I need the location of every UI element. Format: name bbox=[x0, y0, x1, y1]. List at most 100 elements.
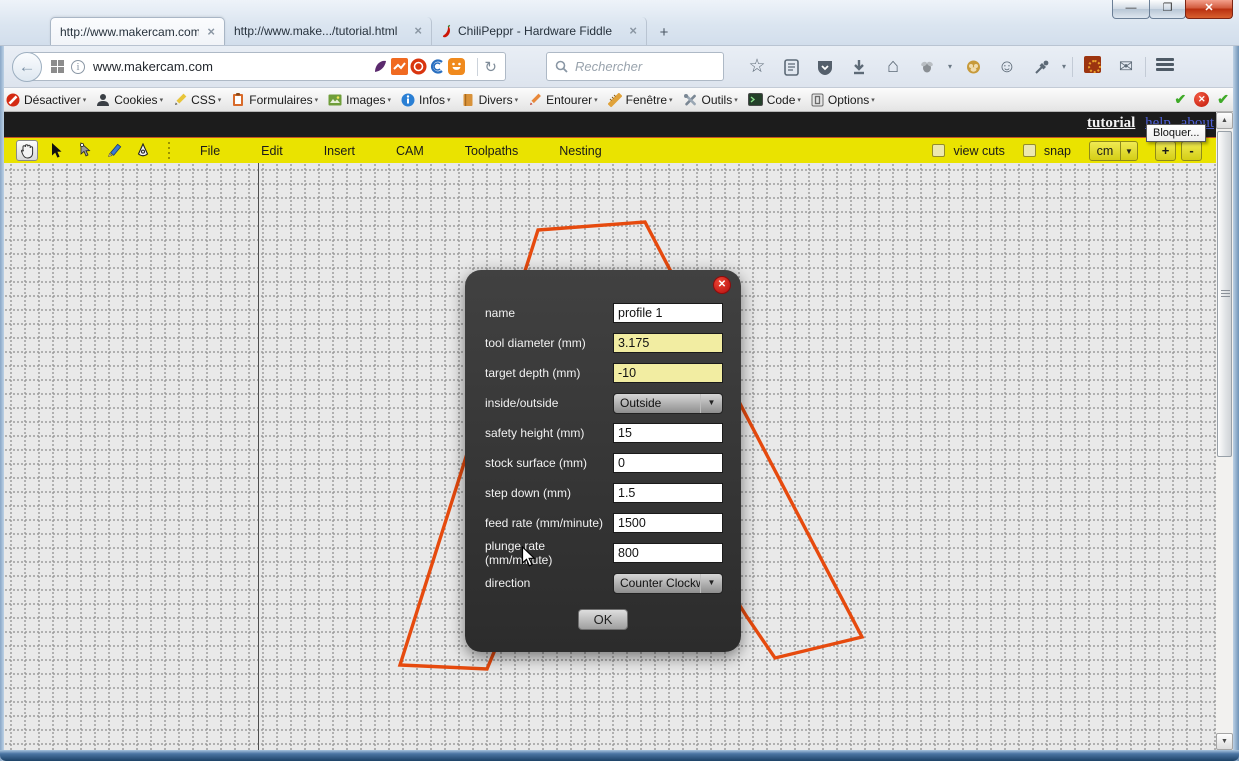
makercam-toolbar: File Edit Insert CAM Toolpaths Nesting v… bbox=[4, 137, 1216, 163]
devbar-item-images[interactable]: Images▾ bbox=[328, 93, 391, 107]
pocket-shield-icon[interactable] bbox=[808, 57, 842, 77]
menu-nesting[interactable]: Nesting bbox=[559, 144, 622, 158]
menu-file[interactable]: File bbox=[200, 144, 241, 158]
scrollbar-thumb[interactable] bbox=[1217, 131, 1232, 457]
new-tab-button[interactable]: + bbox=[651, 21, 677, 45]
scroll-up-button[interactable]: ▲ bbox=[1216, 112, 1233, 129]
snap-checkbox[interactable] bbox=[1023, 144, 1036, 157]
devbar-item-entourer[interactable]: Entourer▾ bbox=[528, 93, 598, 107]
target-depth-input[interactable] bbox=[613, 363, 723, 383]
menu-toolpaths[interactable]: Toolpaths bbox=[465, 144, 540, 158]
gear-addon-icon[interactable] bbox=[1075, 56, 1109, 78]
image-icon bbox=[328, 93, 342, 107]
step-down-input[interactable] bbox=[613, 483, 723, 503]
devbar-item-formulaires[interactable]: Formulaires▾ bbox=[231, 93, 318, 107]
zoom-in-button[interactable]: + bbox=[1155, 141, 1176, 161]
field-row-plunge-rate: plunge rate (mm/minute) bbox=[465, 538, 741, 568]
devbar-item-infos[interactable]: Infos▾ bbox=[401, 93, 451, 107]
circle-extension-icon[interactable] bbox=[410, 58, 427, 75]
stock-surface-input[interactable] bbox=[613, 453, 723, 473]
name-input[interactable] bbox=[613, 303, 723, 323]
ok-button[interactable]: OK bbox=[578, 609, 628, 630]
maximize-button[interactable]: ❐ bbox=[1149, 0, 1186, 19]
chevron-down-icon: ▼ bbox=[700, 393, 722, 413]
devbar-item-outils[interactable]: Outils▾ bbox=[683, 93, 738, 107]
terminal-icon bbox=[748, 93, 763, 106]
bookmark-star-icon[interactable]: ☆ bbox=[740, 55, 774, 78]
devbar-item-cookies[interactable]: Cookies▾ bbox=[96, 93, 163, 107]
close-window-button[interactable]: ✕ bbox=[1185, 0, 1233, 19]
tool-diameter-input[interactable] bbox=[613, 333, 723, 353]
tab-label: http://www.makercam.com/ bbox=[60, 25, 199, 39]
tools-icon bbox=[683, 93, 698, 107]
tab-close-icon[interactable]: × bbox=[207, 26, 215, 38]
chart-extension-icon[interactable] bbox=[391, 58, 408, 75]
window-border-bottom bbox=[0, 750, 1239, 761]
downloads-icon[interactable] bbox=[842, 57, 876, 77]
devbar-item-css[interactable]: CSS▾ bbox=[173, 93, 221, 107]
view-cuts-checkbox[interactable] bbox=[932, 144, 945, 157]
tab-makercam[interactable]: http://www.makercam.com/ × bbox=[50, 17, 225, 45]
select-arrow-tool[interactable] bbox=[45, 140, 67, 161]
field-row-target-depth: target depth (mm) bbox=[465, 358, 741, 388]
tab-label: ChiliPeppr - Hardware Fiddle bbox=[458, 24, 621, 38]
web-developer-toolbar: Désactiver▾ Cookies▾ CSS▾ Formulaires▾ I… bbox=[0, 88, 1239, 112]
devbar-item-code[interactable]: Code▾ bbox=[748, 93, 801, 107]
dropdown-caret-icon[interactable]: ▾ bbox=[944, 62, 956, 71]
pencil-tool[interactable] bbox=[103, 140, 125, 161]
tab-tutorial[interactable]: http://www.make.../tutorial.html × bbox=[225, 17, 432, 45]
search-bar[interactable]: Rechercher bbox=[546, 52, 724, 81]
no-entry-icon bbox=[6, 93, 20, 107]
dialog-close-button[interactable]: ✕ bbox=[713, 276, 731, 294]
swirl-extension-icon[interactable] bbox=[429, 58, 446, 75]
devbar-item-fenetre[interactable]: Fenêtre▾ bbox=[608, 93, 673, 107]
feed-rate-input[interactable] bbox=[613, 513, 723, 533]
devbar-item-divers[interactable]: Divers▾ bbox=[461, 93, 519, 107]
field-label: feed rate (mm/minute) bbox=[485, 516, 613, 530]
zoom-out-button[interactable]: - bbox=[1181, 141, 1202, 161]
pen-tool[interactable] bbox=[132, 140, 154, 161]
site-tiles-icon[interactable] bbox=[51, 60, 64, 73]
direct-select-tool[interactable] bbox=[74, 140, 96, 161]
back-button[interactable]: ← bbox=[12, 52, 42, 82]
scroll-down-button[interactable]: ▼ bbox=[1216, 733, 1233, 750]
home-icon[interactable]: ⌂ bbox=[876, 55, 910, 78]
reading-list-icon[interactable] bbox=[774, 57, 808, 77]
monkey-addon-icon[interactable] bbox=[956, 57, 990, 77]
smiley-addon-icon[interactable]: ☺ bbox=[990, 56, 1024, 77]
tutorial-link[interactable]: tutorial bbox=[1087, 115, 1135, 131]
reload-icon[interactable]: ↻ bbox=[484, 58, 497, 76]
direction-dropdown[interactable]: Counter Clockwi ▼ bbox=[613, 573, 723, 594]
url-bar[interactable]: i www.makercam.com bbox=[28, 52, 506, 81]
tab-close-icon[interactable]: × bbox=[414, 25, 422, 37]
dropdown-caret-icon[interactable]: ▾ bbox=[1058, 62, 1070, 71]
menu-insert[interactable]: Insert bbox=[324, 144, 376, 158]
chevron-down-icon: ▼ bbox=[1120, 142, 1137, 160]
ruler-icon bbox=[608, 93, 622, 107]
snap-label: snap bbox=[1044, 144, 1071, 158]
mail-icon[interactable]: ✉ bbox=[1109, 57, 1143, 77]
menu-edit[interactable]: Edit bbox=[261, 144, 304, 158]
vertical-scrollbar: ▲ ▼ bbox=[1216, 112, 1233, 750]
url-text[interactable]: www.makercam.com bbox=[93, 59, 372, 74]
plunge-rate-input[interactable] bbox=[613, 543, 723, 563]
eyedropper-icon[interactable] bbox=[1024, 57, 1058, 77]
menu-cam[interactable]: CAM bbox=[396, 144, 445, 158]
inside-outside-dropdown[interactable]: Outside ▼ bbox=[613, 393, 723, 414]
units-dropdown[interactable]: cm ▼ bbox=[1089, 141, 1138, 161]
bug-addon-icon[interactable] bbox=[910, 57, 944, 77]
tab-chilipeppr[interactable]: ChiliPeppr - Hardware Fiddle × bbox=[432, 17, 647, 45]
safety-height-input[interactable] bbox=[613, 423, 723, 443]
error-icon[interactable]: ✕ bbox=[1194, 92, 1209, 107]
minimize-button[interactable]: — bbox=[1112, 0, 1150, 19]
smiley-extension-icon[interactable] bbox=[448, 58, 465, 75]
devbar-item-desactiver[interactable]: Désactiver▾ bbox=[6, 93, 86, 107]
page-info-icon[interactable]: i bbox=[71, 60, 85, 74]
devbar-item-options[interactable]: Options▾ bbox=[811, 93, 875, 107]
pan-hand-tool[interactable] bbox=[16, 140, 38, 161]
tab-close-icon[interactable]: × bbox=[629, 25, 637, 37]
menu-hamburger-icon[interactable] bbox=[1148, 56, 1182, 78]
info-circle-icon bbox=[401, 93, 415, 107]
feather-extension-icon[interactable] bbox=[372, 58, 389, 75]
field-label: safety height (mm) bbox=[485, 426, 613, 440]
